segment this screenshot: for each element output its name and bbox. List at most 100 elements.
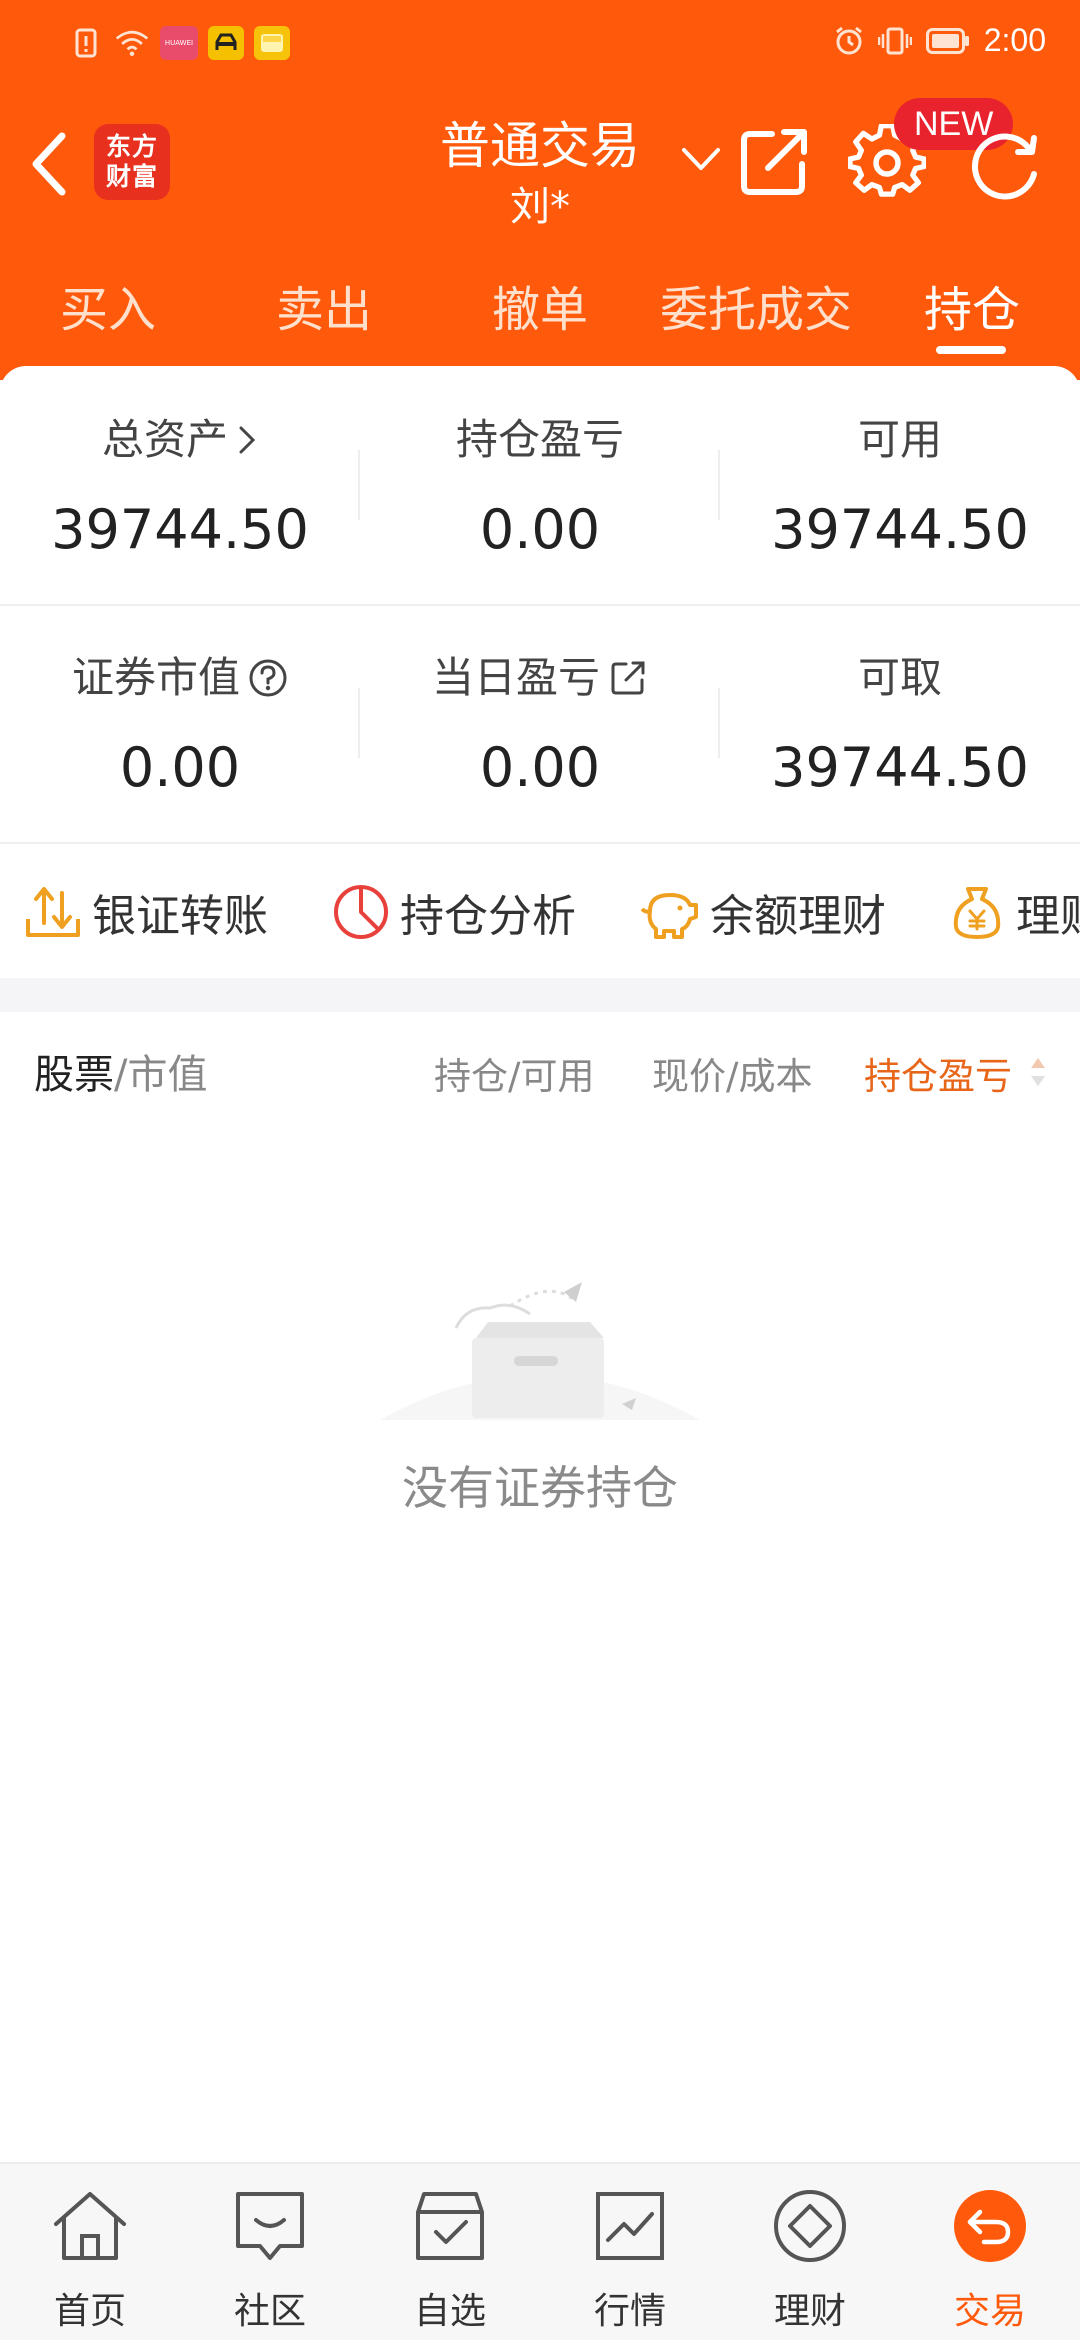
status-system: 2:00 — [834, 22, 1046, 59]
car-app-icon — [208, 26, 244, 60]
total-assets-label-row: 总资产 — [0, 410, 360, 470]
nav-home-label: 首页 — [53, 2291, 126, 2332]
trade-icon — [954, 2190, 1026, 2262]
market-chart-icon — [596, 2192, 664, 2260]
section-separator — [0, 978, 1080, 1012]
back-button[interactable] — [22, 128, 78, 200]
total-assets[interactable]: 总资产 39744.50 — [0, 410, 360, 561]
balance-wealth-button[interactable]: 余额理财 — [640, 880, 886, 944]
daily-pnl-label: 当日盈亏 — [431, 653, 600, 702]
status-bar: HUAWEI 2:00 — [0, 0, 1080, 88]
withdrawable-label: 可取 — [857, 653, 942, 702]
nav-market[interactable]: 行情 — [540, 2188, 720, 2334]
nav-home[interactable]: 首页 — [0, 2188, 180, 2334]
wealth-icon — [774, 2190, 846, 2262]
withdrawable-value: 39744.50 — [771, 736, 1029, 799]
securities-value-label-row: 证券市值 — [0, 648, 360, 708]
daily-pnl[interactable]: 当日盈亏 0.00 — [360, 648, 720, 799]
wifi-icon — [114, 26, 150, 60]
share-button[interactable] — [738, 124, 812, 198]
available-label: 可用 — [857, 415, 942, 464]
nav-wealth-label: 理财 — [773, 2291, 846, 2332]
column-pnl[interactable]: 持仓盈亏 — [864, 1046, 1012, 1100]
money-bag-icon — [953, 887, 1001, 939]
total-assets-value: 39744.50 — [51, 498, 309, 561]
vibrate-icon — [877, 27, 912, 54]
piggy-bank-icon — [640, 893, 698, 939]
logo-text-line2: 财富 — [105, 162, 158, 191]
column-stock: 股票/市值 — [34, 1042, 207, 1100]
card-divider — [0, 604, 1080, 606]
external-link-icon — [611, 661, 645, 695]
share-icon — [741, 129, 807, 195]
header: HUAWEI 2:00 东方 财富 普通交易 刘* NEW 买入 卖出 撤单 委… — [0, 0, 1080, 380]
securities-value: 证券市值 0.00 — [0, 648, 360, 799]
battery-icon — [925, 27, 969, 54]
nav-community-label: 社区 — [233, 2291, 306, 2332]
logo-text-line1: 东方 — [105, 132, 158, 161]
watchlist-icon — [416, 2192, 484, 2260]
balance-wealth-label: 余额理财 — [710, 891, 886, 942]
wealth-management-label: 理财 — [1016, 891, 1080, 942]
nav-community[interactable]: 社区 — [180, 2188, 360, 2334]
withdrawable-funds: 可取 39744.50 — [720, 648, 1080, 799]
chevron-down-icon — [682, 148, 720, 170]
securities-value-label: 证券市值 — [71, 653, 240, 702]
nav-watchlist-label: 自选 — [413, 2291, 486, 2332]
total-assets-label: 总资产 — [101, 415, 228, 464]
daily-pnl-label-row: 当日盈亏 — [360, 648, 720, 708]
column-price[interactable]: 现价/成本 — [652, 1046, 812, 1100]
available-funds: 可用 39744.50 — [720, 410, 1080, 561]
empty-box-illustration — [380, 1282, 700, 1420]
tab-orders[interactable]: 委托成交 — [648, 270, 864, 340]
daily-pnl-value: 0.00 — [479, 736, 601, 799]
tab-buy[interactable]: 买入 — [0, 270, 216, 340]
securities-value-value: 0.00 — [119, 736, 241, 799]
column-stock-label: 股票 — [34, 1052, 114, 1098]
sort-icon[interactable] — [1028, 1052, 1048, 1092]
clock: 2:00 — [983, 22, 1046, 58]
gallery-app-icon — [254, 26, 290, 60]
bottom-navigation: 首页 社区 自选 行情 理财 交易 — [0, 2162, 1080, 2340]
carrier-badge: HUAWEI — [164, 39, 194, 47]
trading-page: HUAWEI 2:00 东方 财富 普通交易 刘* NEW 买入 卖出 撤单 委… — [0, 0, 1080, 2340]
account-switch-button[interactable] — [678, 144, 724, 174]
trade-tabs: 买入 卖出 撤单 委托成交 持仓 — [0, 270, 1080, 354]
position-analysis-label: 持仓分析 — [400, 891, 576, 942]
column-market-value-label: /市值 — [114, 1052, 208, 1098]
refresh-button[interactable] — [966, 124, 1046, 204]
position-analysis-button[interactable]: 持仓分析 — [332, 880, 576, 944]
account-name[interactable]: 刘* — [440, 174, 640, 232]
eastmoney-logo: 东方 财富 — [94, 124, 170, 200]
empty-state-text: 没有证券持仓 — [402, 1461, 678, 1515]
sim-alert-icon — [68, 26, 104, 60]
column-holding[interactable]: 持仓/可用 — [434, 1046, 594, 1100]
tab-cancel[interactable]: 撤单 — [432, 270, 648, 340]
nav-wealth[interactable]: 理财 — [720, 2188, 900, 2334]
tab-sell[interactable]: 卖出 — [216, 270, 432, 340]
quick-actions: 银证转账 持仓分析 余额理财 理财 — [0, 842, 1080, 978]
asset-summary-card: 总资产 39744.50 持仓盈亏 0.00 可用 39744.50 证券市值 … — [0, 366, 1080, 842]
nav-market-label: 行情 — [593, 2291, 666, 2332]
home-icon — [54, 2192, 126, 2260]
position-pnl-value: 0.00 — [479, 498, 601, 561]
huawei-app-icon: HUAWEI — [160, 26, 198, 60]
transfer-icon — [26, 887, 80, 937]
nav-trade[interactable]: 交易 — [900, 2188, 1080, 2334]
nav-watchlist[interactable]: 自选 — [360, 2188, 540, 2334]
page-title[interactable]: 普通交易 — [400, 106, 680, 178]
active-tab-indicator — [936, 346, 1006, 354]
available-value: 39744.50 — [771, 498, 1029, 561]
positions-list-header: 股票/市值 持仓/可用 现价/成本 持仓盈亏 — [0, 1012, 1080, 1122]
chevron-left-icon — [32, 132, 66, 196]
wealth-management-button[interactable]: 理财 — [948, 880, 1080, 944]
chevron-right-icon — [239, 426, 256, 454]
tab-positions[interactable]: 持仓 — [864, 270, 1080, 340]
community-icon — [236, 2192, 304, 2260]
help-icon[interactable] — [248, 658, 288, 698]
pie-chart-icon — [334, 885, 388, 939]
status-notifications: HUAWEI — [68, 26, 290, 60]
refresh-icon — [971, 133, 1037, 200]
position-pnl: 持仓盈亏 0.00 — [360, 410, 720, 561]
bank-transfer-button[interactable]: 银证转账 — [24, 880, 268, 944]
